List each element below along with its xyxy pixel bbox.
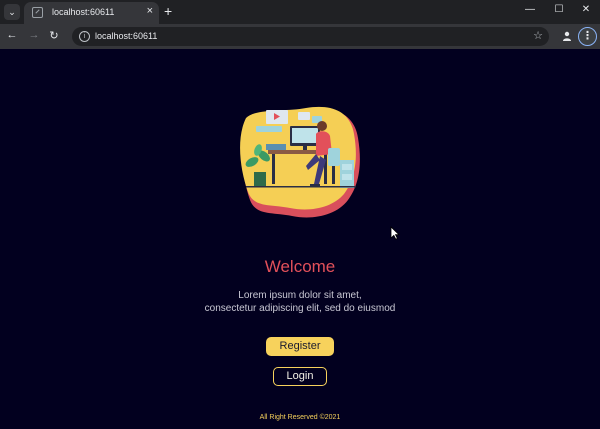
tab-search-icon[interactable]: ⌄ (4, 4, 20, 20)
favicon-icon (32, 7, 43, 18)
maximize-icon[interactable]: ☐ (551, 4, 567, 15)
footer-copyright: All Right Reserved ©2021 (259, 414, 341, 421)
new-tab-icon[interactable]: + (164, 3, 172, 19)
back-icon[interactable]: ← (5, 29, 19, 41)
tab-close-icon[interactable]: × (147, 5, 153, 17)
register-button[interactable]: Register (266, 337, 334, 356)
close-window-icon[interactable]: ✕ (578, 4, 594, 15)
browser-tab[interactable]: localhost:60611 × (24, 2, 159, 24)
browser-toolbar: ← → ↻ i localhost:60611 ☆ ⋮ (0, 24, 600, 49)
minimize-icon[interactable]: — (522, 4, 538, 15)
profile-icon[interactable] (560, 29, 574, 43)
site-info-icon[interactable]: i (79, 31, 90, 42)
browser-menu-icon[interactable]: ⋮ (578, 27, 597, 46)
workspace-illustration (240, 106, 360, 218)
forward-icon[interactable]: → (27, 29, 41, 41)
mouse-cursor-icon (390, 226, 400, 240)
login-button[interactable]: Login (273, 367, 327, 386)
reload-icon[interactable]: ↻ (47, 29, 61, 42)
url-text[interactable]: localhost:60611 (95, 31, 157, 41)
welcome-title: Welcome (264, 257, 336, 276)
address-bar[interactable]: i localhost:60611 ☆ (72, 27, 549, 46)
welcome-description: Lorem ipsum dolor sit amet, consectetur … (0, 289, 600, 315)
page-viewport: Welcome Lorem ipsum dolor sit amet, cons… (0, 49, 600, 429)
tab-strip: ⌄ localhost:60611 × + — ☐ ✕ (0, 0, 600, 24)
bookmark-star-icon[interactable]: ☆ (533, 29, 543, 42)
tab-title: localhost:60611 (52, 7, 115, 17)
description-line-2: consectetur adipiscing elit, sed do eius… (204, 303, 396, 314)
description-line-1: Lorem ipsum dolor sit amet, (238, 290, 362, 301)
